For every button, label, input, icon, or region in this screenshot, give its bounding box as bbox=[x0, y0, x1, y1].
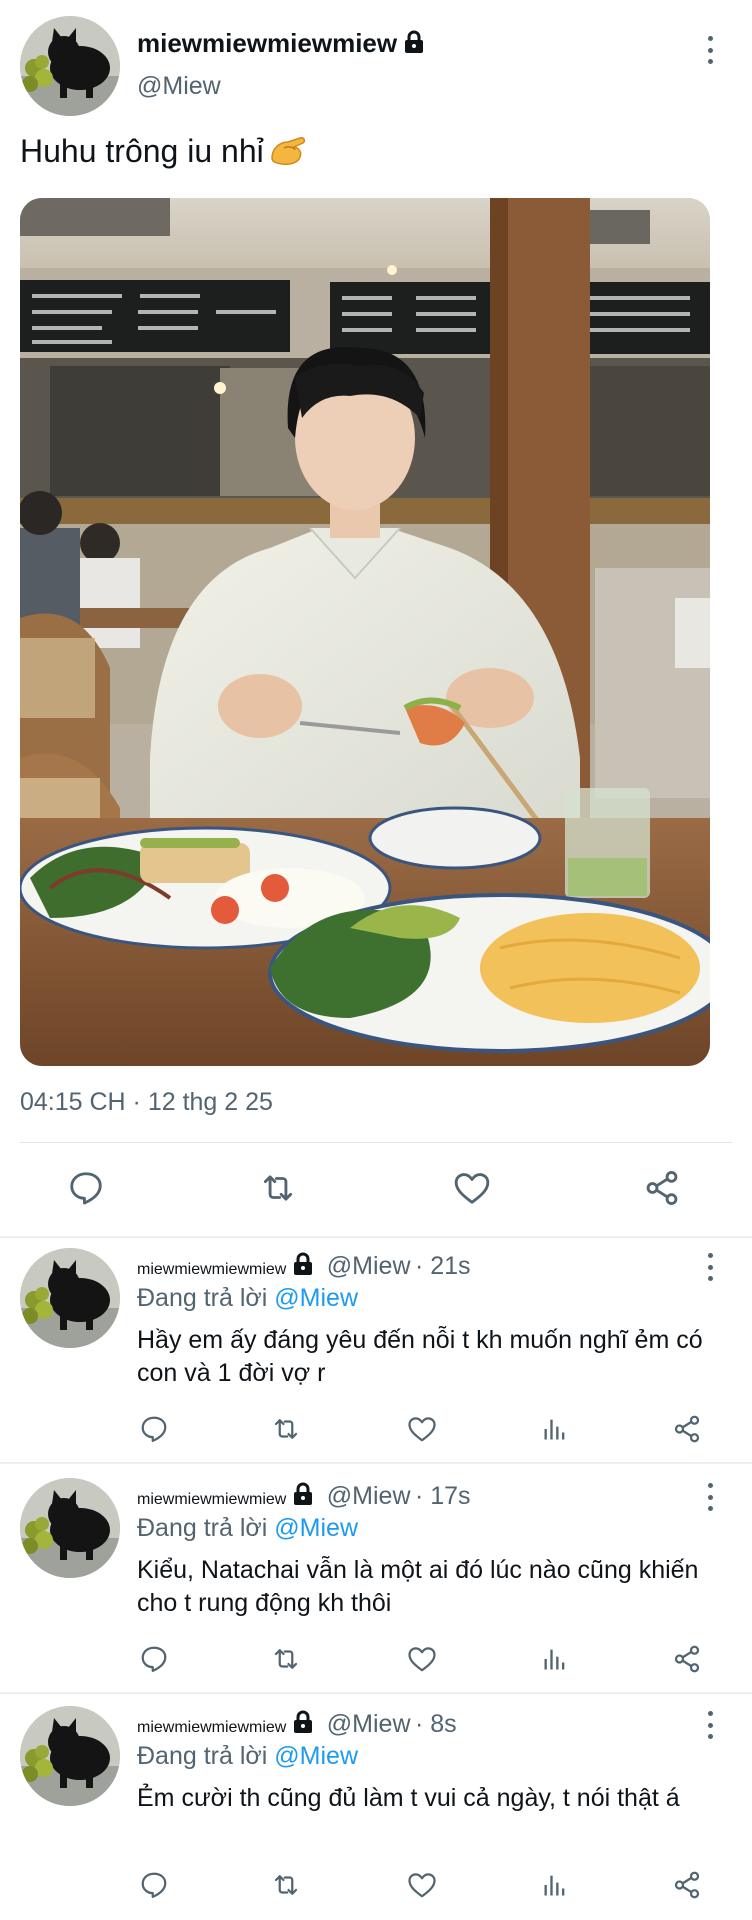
share-icon[interactable] bbox=[642, 1168, 682, 1208]
tweet-body: Huhu trông iu nhỉ bbox=[20, 132, 308, 176]
lock-icon bbox=[292, 1482, 314, 1511]
avatar[interactable] bbox=[20, 1706, 120, 1806]
reply-text: Hầy em ấy đáng yêu đến nỗi t kh muốn ngh… bbox=[137, 1326, 703, 1387]
black-cat-avatar-image bbox=[20, 1706, 120, 1806]
more-options-icon[interactable] bbox=[700, 1711, 720, 1739]
replying-to: Đang trả lời @Miew bbox=[137, 1742, 358, 1771]
reply-time[interactable]: · 21s bbox=[415, 1252, 471, 1280]
reply-header: miewmiewmiewmiew @Miew · 17s bbox=[137, 1482, 471, 1511]
reply-time[interactable]: · 8s bbox=[415, 1710, 457, 1738]
lock-icon bbox=[292, 1252, 314, 1281]
mention-link[interactable]: @Miew bbox=[274, 1284, 358, 1312]
divider bbox=[0, 1236, 752, 1238]
divider bbox=[0, 1692, 752, 1694]
reply-icon[interactable] bbox=[137, 1412, 171, 1446]
reply-icon[interactable] bbox=[66, 1168, 106, 1208]
display-name[interactable]: miewmiewmiewmiew bbox=[137, 1261, 286, 1278]
tweet-photo[interactable] bbox=[20, 198, 710, 1066]
retweet-icon[interactable] bbox=[256, 1168, 300, 1208]
share-icon[interactable] bbox=[670, 1642, 704, 1676]
more-options-icon[interactable] bbox=[700, 36, 720, 64]
heart-icon[interactable] bbox=[405, 1642, 439, 1676]
share-icon[interactable] bbox=[670, 1412, 704, 1446]
avatar[interactable] bbox=[20, 1248, 120, 1348]
pinching-hand-emoji bbox=[268, 132, 308, 176]
analytics-icon[interactable] bbox=[538, 1642, 572, 1676]
heart-icon[interactable] bbox=[405, 1868, 439, 1902]
user-handle[interactable]: @Miew bbox=[327, 1252, 411, 1280]
user-handle[interactable]: @Miew bbox=[327, 1482, 411, 1510]
replying-prefix: Đang trả lời bbox=[137, 1514, 268, 1542]
mention-link[interactable]: @Miew bbox=[274, 1742, 358, 1770]
lock-icon bbox=[292, 1710, 314, 1739]
analytics-icon[interactable] bbox=[538, 1868, 572, 1902]
reply-header: miewmiewmiewmiew @Miew · 8s bbox=[137, 1710, 457, 1739]
avatar[interactable] bbox=[20, 16, 120, 116]
user-handle[interactable]: @Miew bbox=[137, 72, 221, 101]
reply-text: Ẻm cười th cũng đủ làm t vui cả ngày, t … bbox=[137, 1784, 680, 1812]
retweet-icon[interactable] bbox=[268, 1412, 304, 1446]
divider bbox=[0, 1462, 752, 1464]
replying-to: Đang trả lời @Miew bbox=[137, 1514, 358, 1543]
heart-icon[interactable] bbox=[452, 1168, 492, 1208]
display-name[interactable]: miewmiewmiewmiew bbox=[137, 1491, 286, 1508]
reply-time[interactable]: · 17s bbox=[415, 1482, 471, 1510]
reply-text: Kiểu, Natachai vẫn là một ai đó lúc nào … bbox=[137, 1556, 699, 1617]
reply-icon[interactable] bbox=[137, 1642, 171, 1676]
black-cat-avatar-image bbox=[20, 16, 120, 116]
display-name-text: miewmiewmiewmiew bbox=[137, 28, 398, 58]
tweet-timestamp[interactable]: 04:15 CH · 12 thg 2 25 bbox=[20, 1088, 273, 1117]
reply-header: miewmiewmiewmiew @Miew · 21s bbox=[137, 1252, 471, 1281]
replying-prefix: Đang trả lời bbox=[137, 1742, 268, 1770]
tweet-text: Huhu trông iu nhỉ bbox=[20, 133, 264, 169]
retweet-icon[interactable] bbox=[268, 1642, 304, 1676]
analytics-icon[interactable] bbox=[538, 1412, 572, 1446]
black-cat-avatar-image bbox=[20, 1478, 120, 1578]
display-name[interactable]: miewmiewmiewmiew bbox=[137, 1719, 286, 1736]
mention-link[interactable]: @Miew bbox=[274, 1514, 358, 1542]
heart-icon[interactable] bbox=[405, 1412, 439, 1446]
more-options-icon[interactable] bbox=[700, 1483, 720, 1511]
reply-icon[interactable] bbox=[137, 1868, 171, 1902]
share-icon[interactable] bbox=[670, 1868, 704, 1902]
more-options-icon[interactable] bbox=[700, 1253, 720, 1281]
lock-icon bbox=[403, 30, 425, 61]
restaurant-photo bbox=[20, 198, 710, 1066]
divider bbox=[20, 1142, 732, 1143]
black-cat-avatar-image bbox=[20, 1248, 120, 1348]
user-handle[interactable]: @Miew bbox=[327, 1710, 411, 1738]
display-name[interactable]: miewmiewmiewmiew bbox=[137, 28, 425, 61]
replying-prefix: Đang trả lời bbox=[137, 1284, 268, 1312]
retweet-icon[interactable] bbox=[268, 1868, 304, 1902]
avatar[interactable] bbox=[20, 1478, 120, 1578]
replying-to: Đang trả lời @Miew bbox=[137, 1284, 358, 1313]
